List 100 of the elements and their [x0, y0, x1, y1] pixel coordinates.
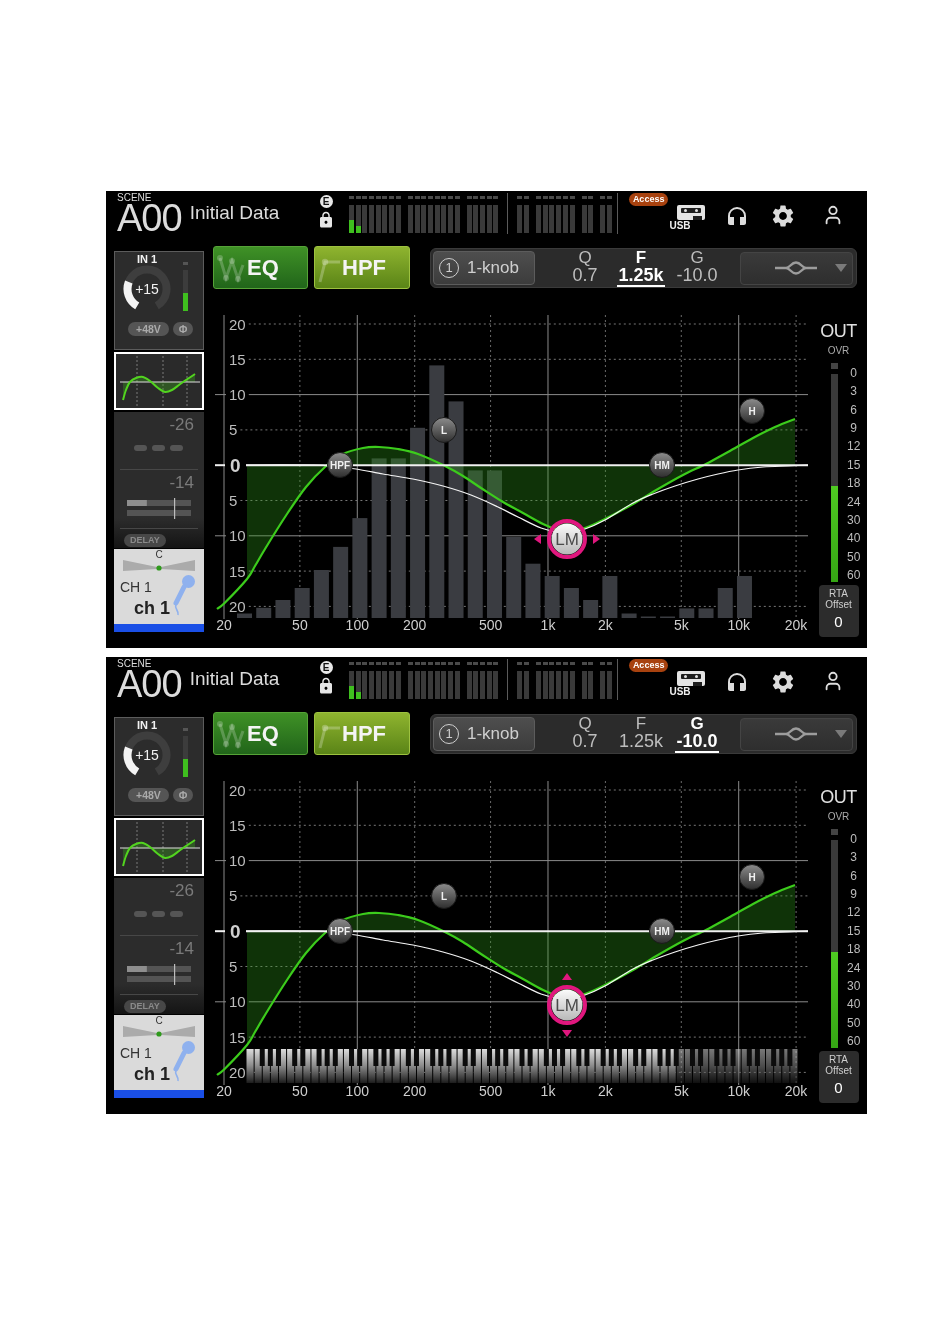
meter-scale-label: 3: [849, 385, 858, 399]
meter-scale-label: 15: [846, 458, 861, 472]
y-axis-label: 10: [229, 852, 246, 870]
x-axis-label: 500: [478, 617, 503, 633]
x-axis-label: 200: [403, 1083, 427, 1099]
parameter-button[interactable]: G -10.0: [671, 249, 723, 287]
one-knob-button[interactable]: 1 1-knob: [433, 717, 535, 751]
input-label: IN 1: [136, 719, 158, 731]
y-axis-label: 10: [229, 527, 246, 545]
rta-bar: [698, 608, 714, 618]
parameter-button[interactable]: Q 0.7: [559, 249, 611, 287]
scene-label: SCENE: [117, 659, 152, 669]
rta-bar: [621, 613, 637, 618]
rta-offset-button[interactable]: RTA Offset 0: [818, 1051, 859, 1103]
band-handle[interactable]: LM: [547, 519, 587, 559]
filter-type-dropdown[interactable]: [740, 717, 853, 751]
band-handle[interactable]: HPF: [327, 452, 353, 478]
pan-value: C: [155, 1016, 163, 1026]
rta-bar: [737, 576, 752, 618]
x-axis-label: 50: [292, 617, 308, 633]
x-axis-label: 2k: [598, 1083, 613, 1099]
eq-button[interactable]: EQ: [213, 246, 308, 289]
eq-button[interactable]: EQ: [213, 712, 308, 755]
scene-name[interactable]: Initial Data: [189, 203, 280, 222]
channel-number: CH 1: [120, 1046, 152, 1060]
eq-thumbnail[interactable]: [114, 818, 204, 876]
pan-value: C: [155, 550, 163, 560]
overload-label: OVR: [827, 811, 850, 822]
compressor-meter: [127, 498, 191, 519]
x-axis-label: 500: [478, 1083, 503, 1099]
rta-bar: [237, 613, 252, 618]
phase-button[interactable]: Φ: [172, 788, 194, 802]
phantom-power-button[interactable]: +48V: [128, 788, 169, 802]
channel-name: ch 1: [133, 598, 170, 618]
y-axis-label: 15: [229, 1028, 246, 1046]
meter-scale-label: 6: [849, 869, 858, 883]
meter-scale-label: 0: [849, 833, 858, 846]
gain-knob[interactable]: +15: [123, 731, 171, 779]
parameter-button[interactable]: F 1.25k: [615, 715, 667, 753]
band-handle[interactable]: L: [431, 417, 457, 443]
rta-bar: [313, 570, 329, 618]
compressor-threshold: -14: [169, 474, 195, 491]
microphone-icon: [170, 574, 196, 616]
one-knob-button[interactable]: 1 1-knob: [433, 251, 535, 285]
phase-button[interactable]: Φ: [172, 322, 194, 336]
band-handle[interactable]: H: [739, 864, 765, 890]
x-axis-label: 20k: [784, 617, 808, 633]
band-handle[interactable]: HPF: [327, 918, 353, 944]
rta-bar: [256, 607, 272, 618]
meter-scale-label: 3: [849, 851, 858, 865]
gain-knob[interactable]: +15: [123, 265, 171, 313]
y-axis-label: 15: [229, 562, 246, 580]
bell-curve-icon: [775, 261, 817, 275]
band-handle[interactable]: HM: [649, 918, 675, 944]
y-axis-label: 20: [229, 597, 246, 615]
bell-curve-icon: [775, 727, 817, 741]
rta-bar: [333, 546, 349, 618]
usb-recorder-button[interactable]: USB: [669, 205, 706, 232]
gate-threshold: -26: [169, 416, 195, 433]
parameter-button[interactable]: Q 0.7: [559, 715, 611, 753]
y-axis-label: 10: [229, 386, 246, 404]
meter-scale-label: 50: [846, 550, 861, 564]
microphone-icon: [170, 1040, 196, 1082]
up-arrow-icon: [562, 973, 572, 980]
filter-type-dropdown[interactable]: [740, 251, 853, 285]
y-axis-label: 15: [229, 816, 246, 834]
eq-thumbnail[interactable]: [114, 352, 204, 410]
lock-icon: [317, 677, 335, 695]
meter-scale-label: 0: [849, 367, 858, 380]
band-handle[interactable]: H: [739, 398, 765, 424]
x-axis-label: 20: [216, 1083, 232, 1099]
scene-name[interactable]: Initial Data: [189, 669, 280, 688]
parameter-button[interactable]: G -10.0: [671, 715, 723, 753]
x-axis-label: 10k: [727, 617, 750, 633]
overload-label: OVR: [827, 345, 850, 356]
channel-number: CH 1: [120, 580, 152, 594]
meter-scale-label: 12: [846, 440, 861, 454]
meter-scale-label: 6: [849, 403, 858, 417]
y-axis-label: 5: [229, 887, 238, 905]
meter-scale-label: 18: [846, 477, 861, 491]
y-axis-label: 0: [230, 921, 241, 943]
band-handle[interactable]: L: [431, 883, 457, 909]
x-axis-label: 100: [345, 1083, 369, 1099]
x-axis-label: 50: [292, 1083, 308, 1099]
usb-recorder-button[interactable]: USB: [669, 671, 706, 698]
output-label: OUT: [820, 321, 857, 341]
y-axis-label: 0: [230, 455, 241, 477]
gate-indicator-icon: [134, 445, 184, 451]
rta-offset-button[interactable]: RTA Offset 0: [818, 585, 859, 637]
compressor-meter: [127, 964, 191, 985]
parameter-button[interactable]: F 1.25k: [615, 249, 667, 287]
phantom-power-button[interactable]: +48V: [128, 322, 169, 336]
band-handle[interactable]: HM: [649, 452, 675, 478]
e-indicator: E: [319, 661, 333, 674]
rta-offset-value: 0: [834, 614, 843, 630]
x-axis-label: 10k: [727, 1083, 750, 1099]
band-handle[interactable]: LM: [547, 985, 587, 1025]
y-axis-label: 5: [229, 492, 238, 509]
y-axis-label: 20: [229, 315, 246, 333]
meter-scale-label: 30: [846, 513, 861, 527]
